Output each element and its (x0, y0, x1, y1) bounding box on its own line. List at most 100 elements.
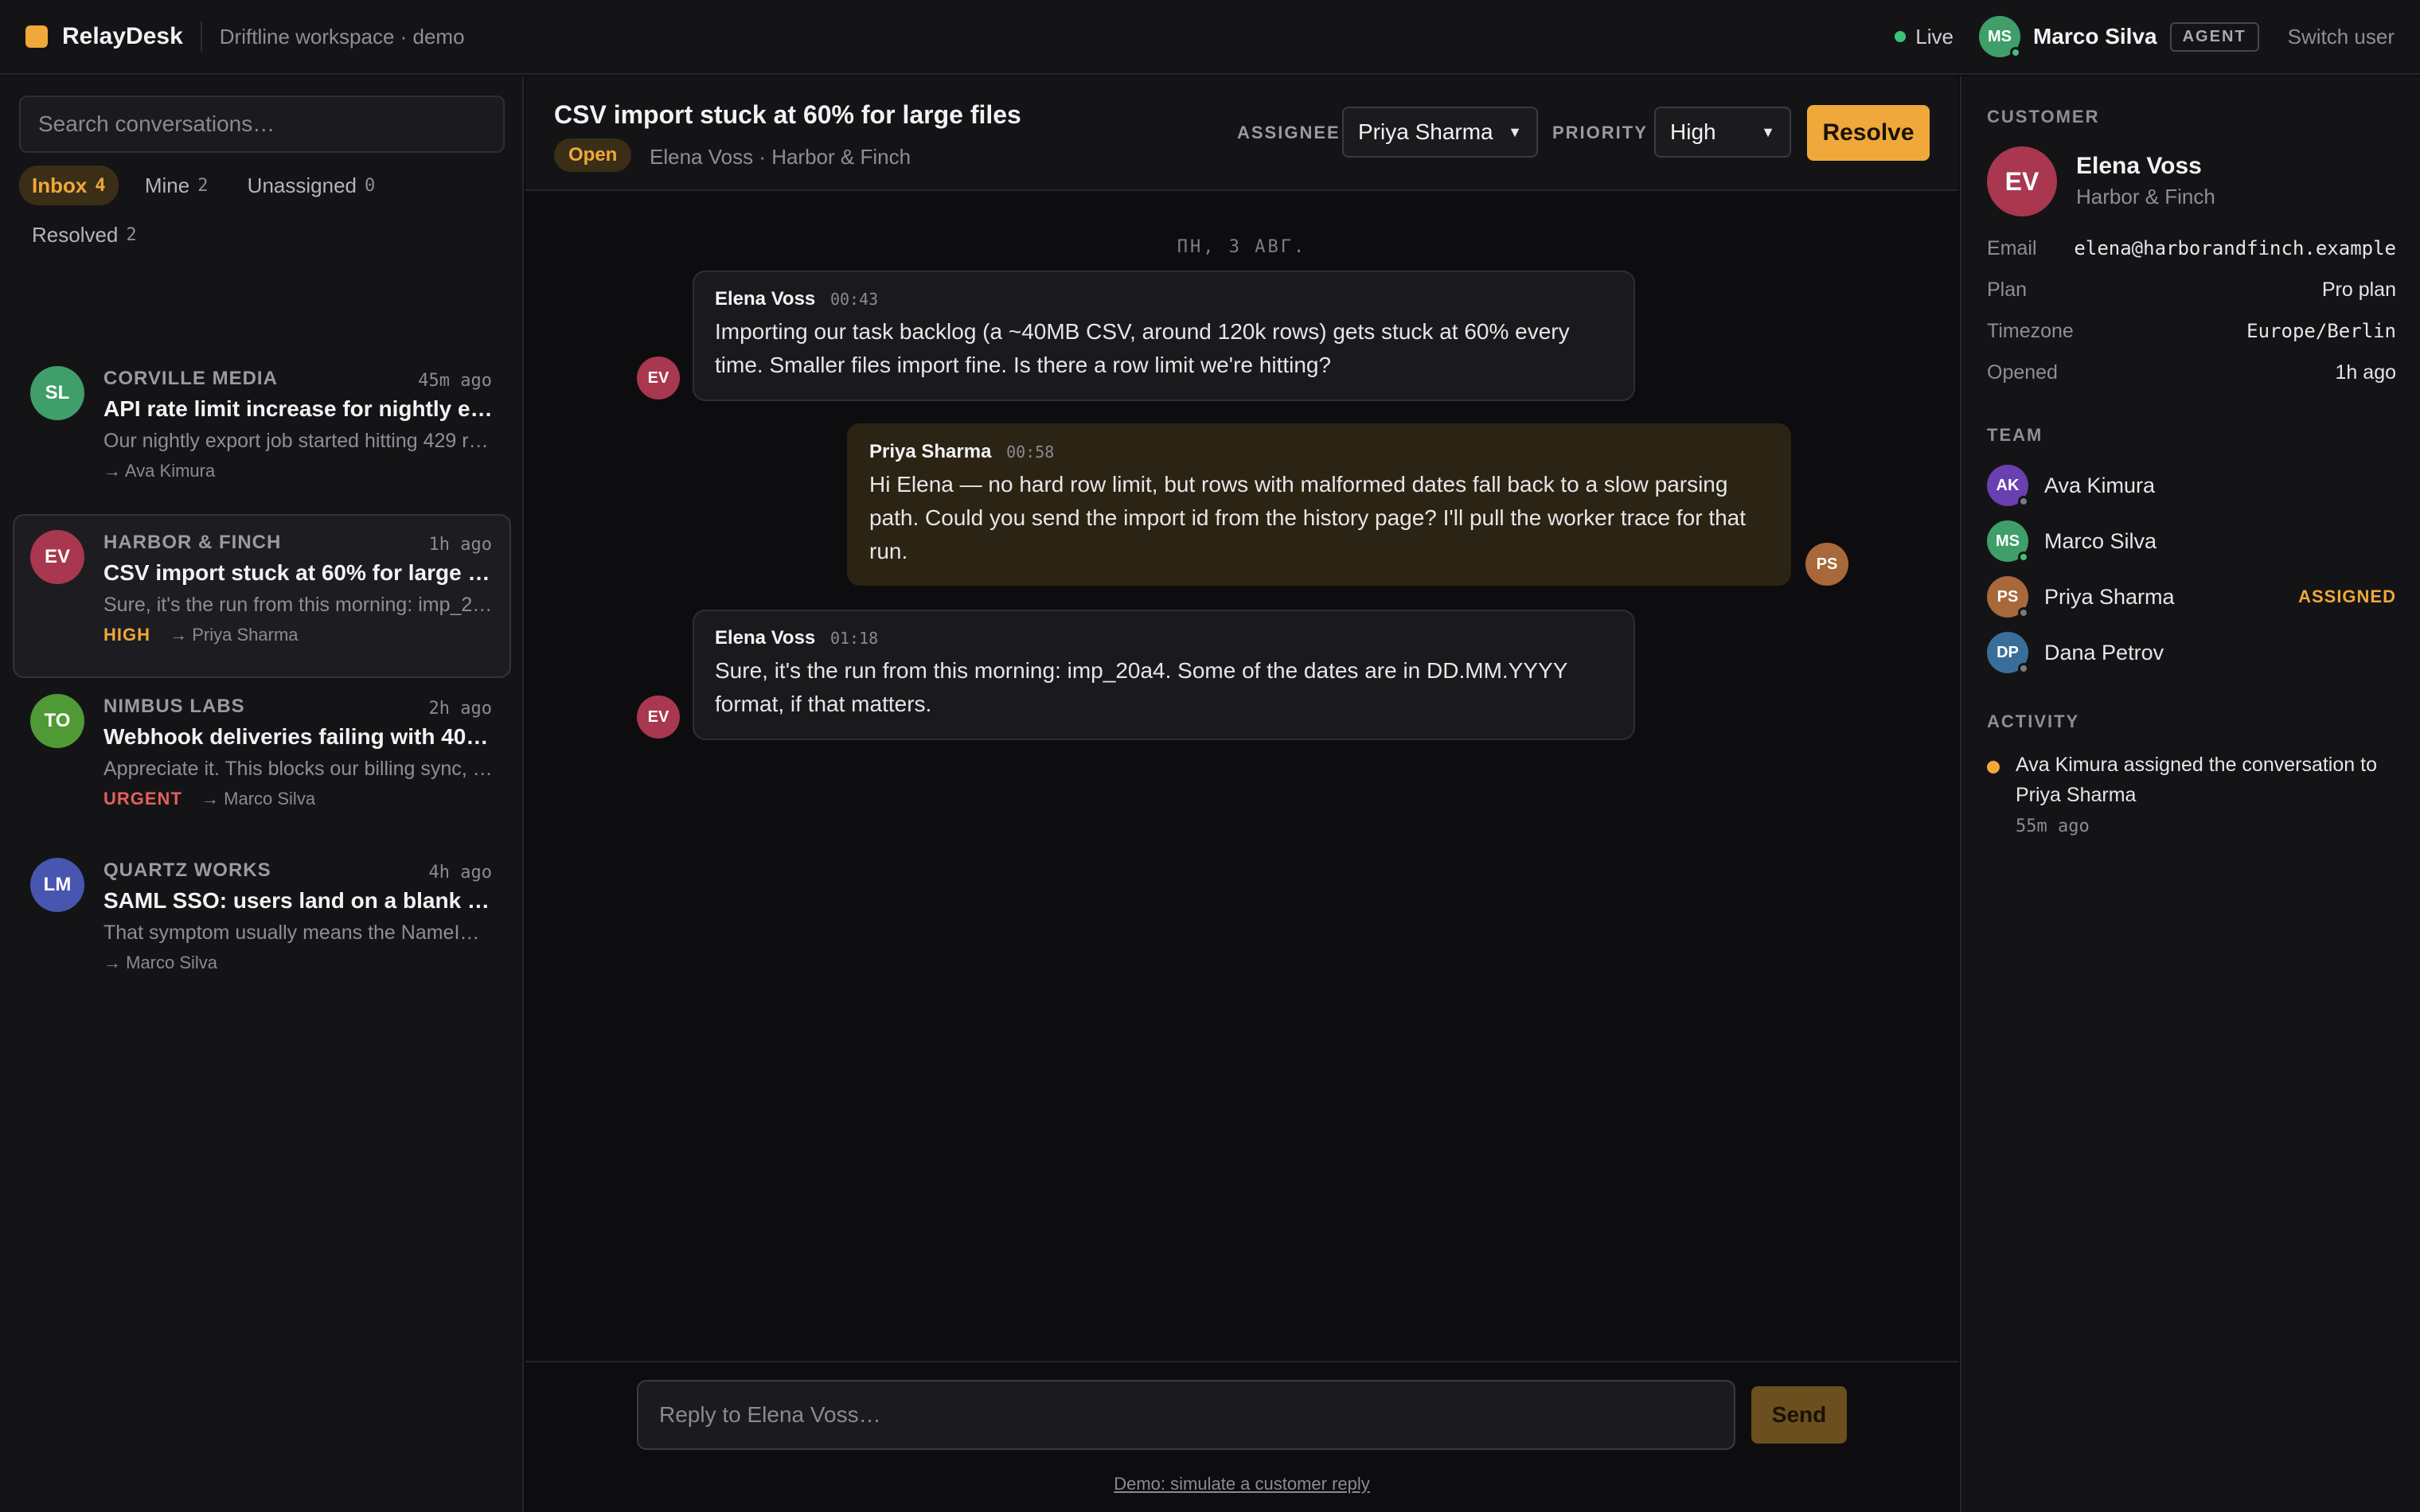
conversation-assignee: → Marco Silva (201, 789, 316, 809)
switch-user-button[interactable]: Switch user (2288, 25, 2395, 49)
priority-badge: URGENT (103, 789, 182, 809)
presence-offline-icon (2018, 663, 2029, 674)
message-avatar: EV (637, 696, 680, 738)
conversation-item[interactable]: SL CORVILLE MEDIA 45m ago API rate limit… (13, 350, 511, 514)
team-member: PS Priya Sharma ASSIGNED (1987, 575, 2396, 619)
workspace-label: Driftline workspace · demo (219, 24, 465, 49)
team-member: AK Ava Kimura (1987, 463, 2396, 508)
message-avatar: PS (1805, 543, 1848, 586)
assignee-select[interactable]: Priya Sharma ▼ (1342, 107, 1538, 158)
contact-avatar: EV (30, 530, 84, 584)
tab-inbox[interactable]: Inbox 4 (19, 166, 119, 205)
presence-online-icon (2018, 551, 2029, 563)
app-logo-icon (25, 25, 48, 48)
conversation-item[interactable]: LM QUARTZ WORKS 4h ago SAML SSO: users l… (13, 842, 511, 1006)
activity-text: Ava Kimura assigned the conversation to … (2016, 754, 2377, 806)
avatar-initials: TO (44, 710, 71, 731)
avatar-initials: EV (647, 707, 669, 726)
field-value: Europe/Berlin (2246, 320, 2396, 342)
conversation-subject: API rate limit increase for nightly expo… (103, 396, 494, 421)
message-author: Elena Voss (715, 288, 816, 310)
tab-mine[interactable]: Mine 2 (132, 166, 221, 205)
customer-field-email: Email elena@harborandfinch.example (1987, 237, 2396, 260)
conversation-meta: → Marco Silva (103, 953, 494, 973)
tab-unassigned[interactable]: Unassigned 0 (235, 166, 388, 205)
conversation-item[interactable]: TO NIMBUS LABS 2h ago Webhook deliveries… (13, 678, 511, 842)
conversation-header: CSV import stuck at 60% for large files … (525, 76, 1958, 191)
simulate-reply-link[interactable]: Demo: simulate a customer reply (525, 1474, 1958, 1494)
tab-resolved[interactable]: Resolved 2 (19, 215, 150, 255)
current-user-name: Marco Silva (2032, 24, 2157, 49)
conversation-meta: URGENT → Marco Silva (103, 789, 494, 809)
field-key: Plan (1987, 279, 2028, 301)
status-badge: Open (554, 138, 632, 172)
reply-input[interactable] (637, 1380, 1735, 1450)
date-separator: ПН, 3 АВГ. (1177, 237, 1307, 257)
team-member-avatar: AK (1987, 465, 2029, 507)
message-bubble-agent: Priya Sharma 00:58 Hi Elena — no hard ro… (847, 423, 1791, 586)
chevron-down-icon: ▼ (1508, 123, 1522, 140)
tab-label: Mine (144, 173, 190, 197)
conversation-preview: Sure, it's the run from this morning: im… (103, 594, 494, 616)
tab-count: 4 (95, 175, 106, 196)
tab-label: Inbox (32, 173, 88, 197)
conversation-view: CSV import stuck at 60% for large files … (525, 76, 1958, 1512)
resolve-button[interactable]: Resolve (1807, 105, 1930, 161)
presence-offline-icon (2018, 496, 2029, 507)
customer-field-timezone: Timezone Europe/Berlin (1987, 320, 2396, 343)
conversation-time: 1h ago (428, 535, 492, 555)
customer-field-opened: Opened 1h ago (1987, 361, 2396, 384)
team-member-name: Dana Petrov (2044, 640, 2164, 664)
priority-label: PRIORITY (1552, 123, 1648, 142)
message-bubble-customer: Elena Voss 01:18 Sure, it's the run from… (693, 610, 1635, 740)
priority-select[interactable]: High ▼ (1654, 107, 1791, 158)
team-member-name: Priya Sharma (2044, 584, 2175, 609)
message-header: Elena Voss 01:18 (715, 627, 1613, 649)
current-user-avatar: MS (1978, 16, 2021, 58)
assignee-label: ASSIGNEE (1237, 123, 1341, 142)
avatar-initials: EV (2004, 166, 2039, 196)
team-member-avatar: MS (1987, 520, 2029, 563)
avatar-initials: SL (45, 382, 70, 403)
conversation-meta: HIGH → Priya Sharma (103, 625, 494, 645)
team-member: DP Dana Petrov (1987, 630, 2396, 675)
conversation-title: CSV import stuck at 60% for large files (554, 100, 1021, 129)
divider (200, 21, 202, 52)
send-button[interactable]: Send (1751, 1386, 1847, 1444)
message-author: Priya Sharma (869, 441, 992, 462)
message-time: 00:58 (1006, 442, 1055, 462)
conversation-meta: → Ava Kimura (103, 461, 494, 481)
message-text: Sure, it's the run from this morning: im… (715, 658, 1567, 716)
filter-tabs: Inbox 4 Mine 2 Unassigned 0 Resolved 2 (19, 166, 513, 264)
team-section-title: TEAM (1987, 425, 2043, 445)
message-time: 01:18 (829, 629, 879, 648)
assignee-value: Priya Sharma (1358, 119, 1493, 144)
field-key: Opened (1987, 361, 2058, 384)
activity-section-title: ACTIVITY (1987, 711, 2080, 731)
avatar-initials: MS (1987, 27, 2012, 45)
field-key: Timezone (1987, 320, 2074, 342)
contact-avatar: SL (30, 366, 84, 420)
assigned-tag: ASSIGNED (2298, 586, 2396, 606)
team-member: MS Marco Silva (1987, 519, 2396, 563)
conversation-item-selected[interactable]: EV HARBOR & FINCH 1h ago CSV import stuc… (13, 514, 511, 678)
conversation-preview: Our nightly export job started hitting 4… (103, 430, 494, 452)
conversation-time: 4h ago (428, 863, 492, 883)
conversation-preview: Appreciate it. This blocks our billing s… (103, 758, 494, 780)
app-title: RelayDesk (62, 23, 183, 49)
search-input[interactable] (19, 95, 505, 153)
conversation-assignee: → Marco Silva (103, 953, 218, 972)
conversation-time: 45m ago (418, 371, 492, 391)
priority-badge: HIGH (103, 625, 150, 645)
customer-org: Harbor & Finch (2076, 185, 2215, 208)
conversation-subject: SAML SSO: users land on a blank page (103, 888, 494, 913)
message-bubble-customer: Elena Voss 00:43 Importing our task back… (693, 271, 1635, 401)
avatar-initials: MS (1996, 532, 2020, 550)
message-text: Hi Elena — no hard row limit, but rows w… (869, 472, 1747, 563)
avatar-initials: EV (647, 368, 669, 387)
tab-count: 0 (364, 175, 376, 196)
message-header: Elena Voss 00:43 (715, 288, 1613, 310)
details-panel: CUSTOMER EV Elena Voss Harbor & Finch Em… (1960, 76, 2420, 1512)
top-bar-right: Live MS Marco Silva AGENT Switch user (1895, 16, 2395, 58)
tab-count: 2 (197, 175, 209, 196)
